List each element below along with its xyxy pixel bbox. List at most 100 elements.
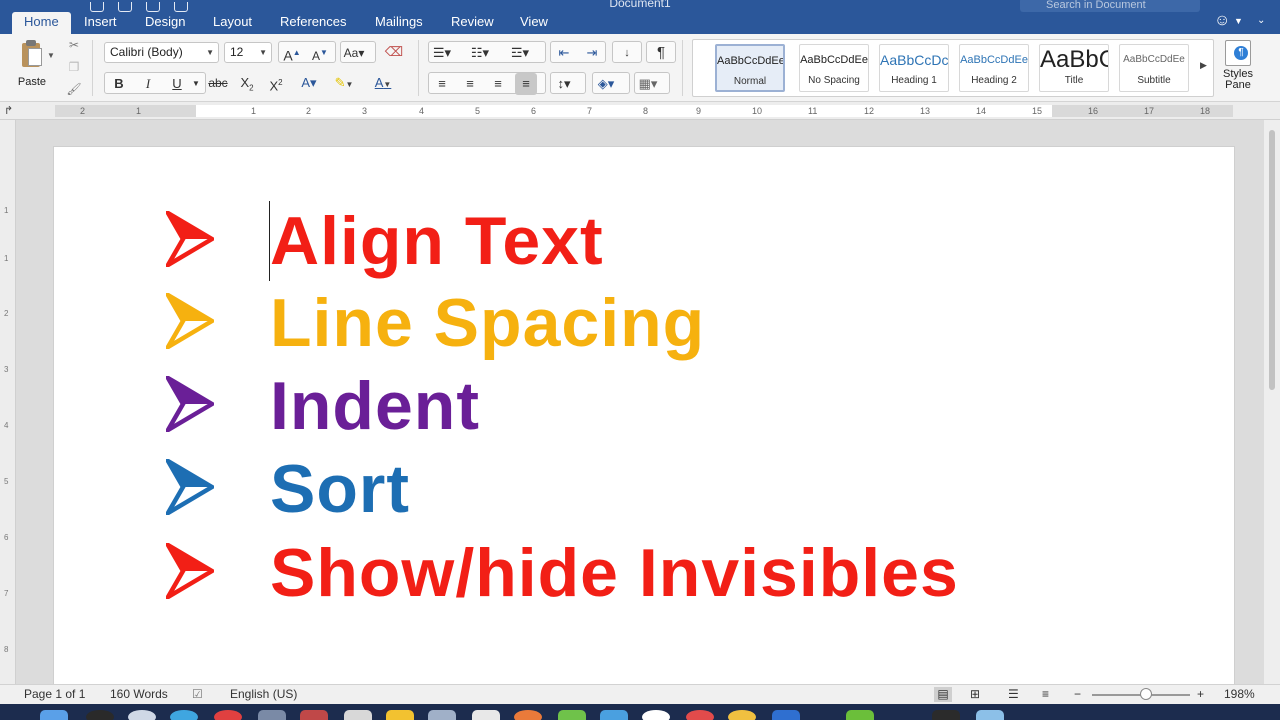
app-icon[interactable] (428, 710, 456, 720)
numbering-icon[interactable]: ☷▾ (469, 42, 491, 64)
zoom-out-icon[interactable]: − (1074, 687, 1081, 701)
app-icon[interactable] (846, 710, 874, 720)
app-icon[interactable] (514, 710, 542, 720)
clear-formatting-icon[interactable]: ⌫ (383, 41, 405, 63)
tab-review[interactable]: Review (439, 12, 506, 34)
app-icon[interactable] (728, 710, 756, 720)
finder-icon[interactable] (40, 710, 68, 720)
paste-button[interactable]: Paste (10, 40, 54, 88)
chevron-down-icon[interactable]: ▼ (1234, 16, 1243, 26)
app-icon[interactable] (932, 710, 960, 720)
style-normal[interactable]: AaBbCcDdEe Normal (715, 44, 785, 92)
zoom-level[interactable]: 198% (1224, 687, 1255, 701)
change-case-button[interactable]: Aa▾ (340, 41, 376, 63)
app-icon[interactable] (86, 710, 114, 720)
focus-mode-icon[interactable]: ⊞ (970, 687, 980, 701)
tab-insert[interactable]: Insert (72, 12, 129, 34)
outline-view-icon[interactable]: ☰ (1008, 687, 1019, 701)
tab-design[interactable]: Design (133, 12, 197, 34)
page-count[interactable]: Page 1 of 1 (24, 687, 85, 701)
home-icon[interactable] (90, 2, 104, 12)
paste-options-caret[interactable]: ▼ (47, 51, 55, 60)
app-icon[interactable] (600, 710, 628, 720)
borders-button[interactable]: ▦▾ (634, 72, 670, 94)
line-spacing-button[interactable]: ↕▾ (550, 72, 586, 94)
style-subtitle[interactable]: AaBbCcDdEe Subtitle (1119, 44, 1189, 92)
tab-home[interactable]: Home (12, 12, 71, 34)
chevron-right-icon[interactable]: ▶ (1200, 60, 1207, 71)
text-effects-button[interactable]: A▾ (298, 72, 320, 94)
align-right-icon[interactable]: ≡ (487, 73, 509, 95)
undo-icon[interactable] (146, 2, 160, 12)
app-icon[interactable] (772, 710, 800, 720)
document-page[interactable]: Align Text Line Spacing Indent Sort Show… (53, 146, 1235, 684)
style-heading-1[interactable]: AaBbCcDc Heading 1 (879, 44, 949, 92)
styles-pane-label: Styles Pane (1223, 68, 1253, 91)
highlight-color-button[interactable]: ✎▼ (333, 72, 355, 94)
style-sample: AaBbCcDdEe (717, 55, 783, 67)
increase-indent-icon[interactable]: ⇥ (581, 42, 603, 64)
tab-stop-icon[interactable]: ↱ (4, 104, 13, 117)
font-name-dropdown[interactable]: Calibri (Body) ▼ (104, 42, 219, 63)
app-icon[interactable] (258, 710, 286, 720)
app-icon[interactable] (170, 710, 198, 720)
sort-button[interactable]: ↓ (612, 41, 642, 63)
save-icon[interactable] (118, 2, 132, 12)
app-icon[interactable] (214, 710, 242, 720)
language-label[interactable]: English (US) (230, 687, 297, 701)
zoom-slider-thumb[interactable] (1139, 688, 1152, 700)
app-icon[interactable] (642, 710, 670, 720)
app-icon[interactable] (976, 710, 1004, 720)
grow-font-button[interactable]: A▲ (281, 42, 303, 64)
styles-pane-button[interactable]: ¶ Styles Pane (1220, 40, 1256, 91)
zoom-in-icon[interactable]: + (1197, 687, 1204, 701)
word-count[interactable]: 160 Words (110, 687, 168, 701)
bold-button[interactable]: B (108, 73, 130, 95)
justify-icon[interactable]: ≡ (515, 73, 537, 95)
vertical-ruler[interactable]: 1 1 2 3 4 5 6 7 8 (0, 120, 16, 684)
app-icon[interactable] (558, 710, 586, 720)
decrease-indent-icon[interactable]: ⇤ (553, 42, 575, 64)
app-icon[interactable] (386, 710, 414, 720)
app-icon[interactable] (686, 710, 714, 720)
tab-view[interactable]: View (508, 12, 560, 34)
italic-button[interactable]: I (137, 73, 159, 95)
tab-references[interactable]: References (268, 12, 358, 34)
multilevel-list-icon[interactable]: ☲▾ (509, 42, 531, 64)
underline-button[interactable]: U (166, 73, 188, 95)
app-icon[interactable] (472, 710, 500, 720)
align-left-icon[interactable]: ≡ (431, 73, 453, 95)
scrollbar-thumb[interactable] (1269, 130, 1275, 390)
print-layout-icon[interactable]: ▤ (934, 687, 952, 702)
proofing-icon[interactable]: ☑ (192, 687, 203, 701)
tab-mailings[interactable]: Mailings (363, 12, 435, 34)
strikethrough-button[interactable]: abc (207, 72, 229, 94)
draft-view-icon[interactable]: ≡ (1042, 687, 1049, 701)
smiley-feedback-icon[interactable]: ☺ (1214, 12, 1230, 30)
superscript-button[interactable]: X2 (265, 72, 287, 94)
cut-icon[interactable]: ✂ (66, 38, 82, 52)
app-icon[interactable] (128, 710, 156, 720)
search-input[interactable]: Search in Document (1020, 0, 1200, 12)
underline-options-caret[interactable]: ▼ (189, 73, 203, 95)
app-icon[interactable] (344, 710, 372, 720)
subscript-button[interactable]: X2 (236, 72, 258, 94)
format-painter-icon[interactable]: 🖌 (66, 82, 82, 96)
tab-layout[interactable]: Layout (201, 12, 264, 34)
copy-icon[interactable]: ❐ (66, 60, 82, 74)
show-hide-button[interactable]: ¶ (646, 41, 676, 63)
bullets-icon[interactable]: ☰▾ (431, 42, 453, 64)
style-heading-2[interactable]: AaBbCcDdEe Heading 2 (959, 44, 1029, 92)
style-title[interactable]: AaBbC Title (1039, 44, 1109, 92)
style-no-spacing[interactable]: AaBbCcDdEe No Spacing (799, 44, 869, 92)
horizontal-ruler[interactable]: ↱ 2 1 1 2 3 4 5 6 7 8 9 10 11 12 13 14 1… (0, 102, 1280, 120)
redo-icon[interactable] (174, 2, 188, 12)
collapse-ribbon-icon[interactable]: ⌄ (1257, 15, 1265, 26)
shrink-font-button[interactable]: A▼ (309, 42, 331, 64)
vertical-scrollbar[interactable] (1264, 120, 1280, 684)
align-center-icon[interactable]: ≡ (459, 73, 481, 95)
shading-button[interactable]: ◈▾ (592, 72, 630, 94)
app-icon[interactable] (300, 710, 328, 720)
font-size-dropdown[interactable]: 12 ▼ (224, 42, 272, 63)
font-color-button[interactable]: A▼ (372, 72, 394, 94)
